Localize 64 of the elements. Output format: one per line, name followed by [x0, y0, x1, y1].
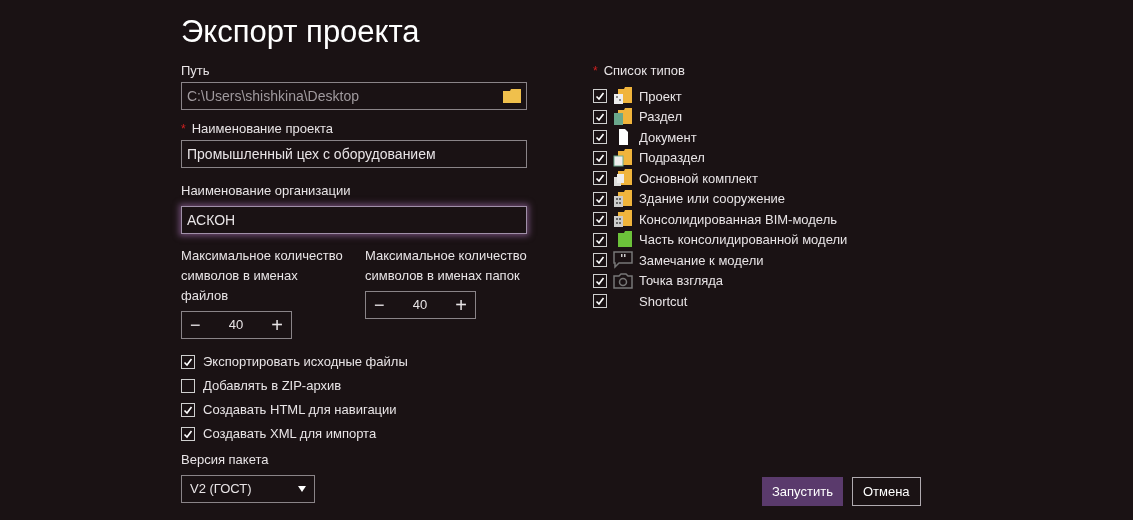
checkbox[interactable] [593, 109, 607, 124]
field-label: Версия пакета [181, 451, 270, 469]
folder-icon [613, 107, 633, 126]
text-field[interactable]: АСКОН [181, 206, 527, 234]
option-label: Создавать XML для импорта [203, 425, 377, 444]
checkbox[interactable] [593, 212, 607, 227]
type-label: Консолидированная BIM-модель [639, 210, 838, 229]
checkbox[interactable] [181, 355, 195, 369]
increment-button[interactable]: + [455, 295, 467, 315]
number-stepper[interactable]: − 40 + [365, 291, 476, 319]
counter-value: 40 [228, 316, 244, 335]
camera-icon [613, 271, 633, 290]
option-label: Экспортировать исходные файлы [203, 353, 408, 372]
folder-icon [613, 148, 633, 167]
type-label: Подраздел [639, 149, 705, 167]
checkbox[interactable] [181, 379, 195, 393]
path-field[interactable]: C:\Users\shishkina\Desktop [181, 82, 527, 110]
checkbox[interactable] [593, 191, 607, 206]
type-label: Основной комплект [639, 169, 758, 188]
counter-label: Максимальное количество символов в именах папок [365, 247, 527, 285]
field-label: Наименование организации [181, 182, 351, 200]
checkbox[interactable] [593, 273, 607, 288]
comment-icon [613, 251, 633, 270]
run-button[interactable]: Запустить [762, 477, 843, 506]
decrement-button[interactable]: − [190, 316, 201, 334]
checkbox[interactable] [593, 294, 607, 309]
checkbox[interactable] [593, 130, 607, 145]
field-label: Наименование проекта [191, 120, 333, 138]
field-label: Путь [181, 62, 211, 80]
option-label: Создавать HTML для навигации [203, 401, 397, 420]
version-dropdown[interactable]: V2 (ГОСТ) [181, 475, 315, 503]
checkbox[interactable] [181, 427, 195, 441]
type-label: Часть консолидированной модели [639, 231, 848, 249]
decrement-button[interactable]: − [374, 296, 385, 314]
counter-label: Максимальное количество символов в именах файлов [181, 247, 343, 305]
counter-value: 40 [412, 296, 428, 315]
type-label: Shortcut [639, 292, 688, 311]
folder-icon [613, 210, 633, 229]
checkbox[interactable] [593, 150, 607, 165]
dialog-title: Экспорт проекта [181, 13, 421, 51]
folder-icon[interactable] [503, 89, 521, 103]
list-label: Список типов [603, 62, 685, 80]
increment-button[interactable]: + [271, 315, 283, 335]
type-label: Здание или сооружение [639, 190, 786, 208]
checkbox[interactable] [593, 253, 607, 268]
text-field[interactable]: Промышленный цех с оборудованием [181, 140, 527, 168]
type-label: Раздел [639, 108, 682, 126]
folder-icon [613, 169, 633, 188]
checkbox[interactable] [181, 403, 195, 417]
number-stepper[interactable]: − 40 + [181, 311, 292, 339]
checkbox[interactable] [593, 171, 607, 186]
checkbox[interactable] [593, 89, 607, 104]
type-label: Документ [639, 128, 697, 147]
checkbox[interactable] [593, 232, 607, 247]
required-mark: * [593, 63, 598, 80]
folder-icon [613, 87, 633, 106]
option-label: Добавлять в ZIP-архив [203, 377, 342, 396]
required-mark: * [181, 121, 186, 138]
caret-icon [298, 486, 306, 492]
type-label: Замечание к модели [639, 251, 764, 270]
type-label: Точка взгляда [639, 272, 724, 290]
folder-icon [613, 189, 633, 208]
type-label: Проект [639, 87, 682, 106]
cancel-button[interactable]: Отмена [851, 477, 921, 506]
